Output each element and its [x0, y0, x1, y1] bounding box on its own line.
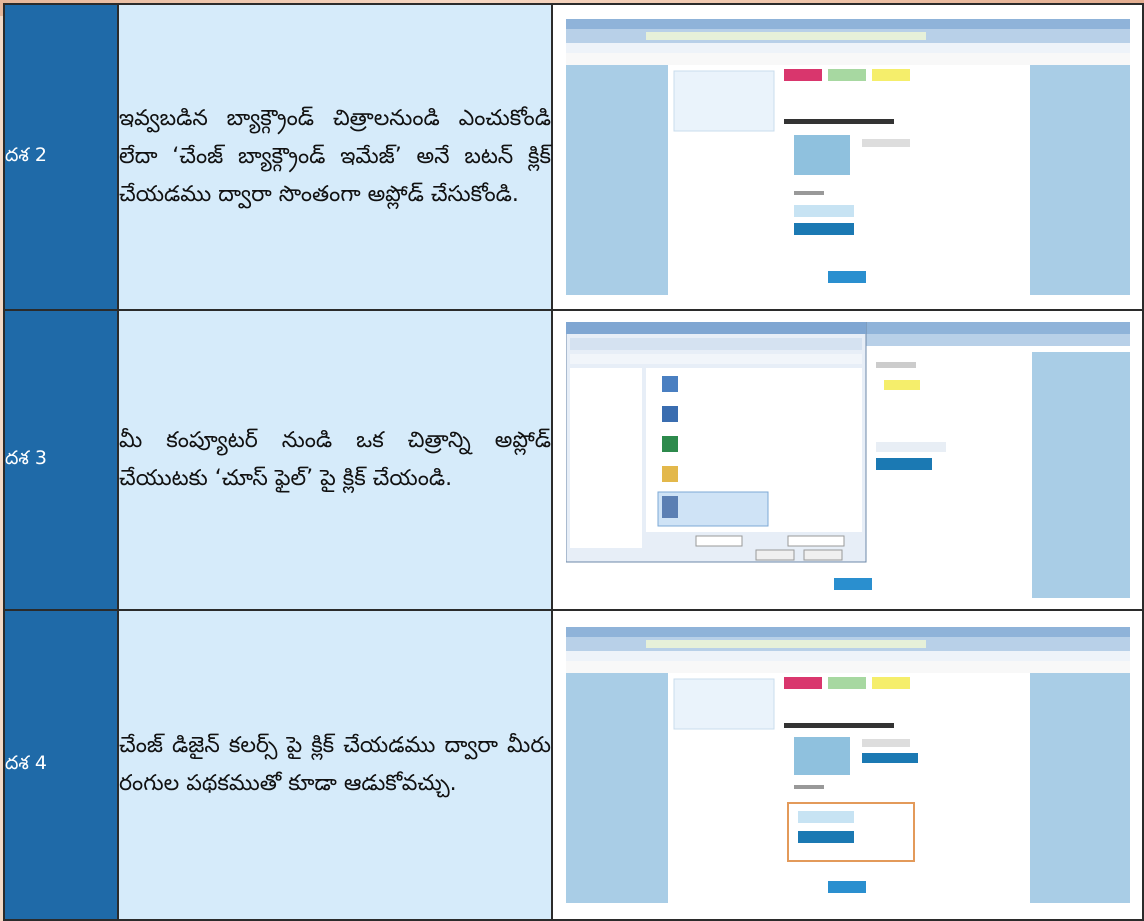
design-colors-screenshot	[565, 627, 1130, 903]
twitter-settings-background-screenshot	[565, 19, 1130, 295]
step-description: చేంజ్ డిజైన్ కలర్స్ పై క్లిక్ చేయడము ద్వ…	[117, 609, 553, 921]
step-screenshot	[551, 309, 1144, 611]
step-screenshot	[551, 3, 1144, 311]
step-description: ఇవ్వబడిన బ్యాక్గ్రౌండ్ చిత్రాలనుండి ఎంచు…	[117, 3, 553, 311]
step-label: దశ 2	[3, 3, 119, 311]
choose-file-dialog-screenshot	[565, 322, 1130, 598]
steps-table: దశ 2 ఇవ్వబడిన బ్యాక్గ్రౌండ్ చిత్రాలనుండి…	[3, 3, 1144, 921]
step-row: దశ 4 చేంజ్ డిజైన్ కలర్స్ పై క్లిక్ చేయడమ…	[3, 609, 1144, 921]
step-row: దశ 3 మీ కంప్యూటర్ నుండి ఒక చిత్రాన్ని అప…	[3, 309, 1144, 611]
step-screenshot	[551, 609, 1144, 921]
step-description: మీ కంప్యూటర్ నుండి ఒక చిత్రాన్ని అప్లోడ్…	[117, 309, 553, 611]
step-label: దశ 3	[3, 309, 119, 611]
step-label: దశ 4	[3, 609, 119, 921]
step-row: దశ 2 ఇవ్వబడిన బ్యాక్గ్రౌండ్ చిత్రాలనుండి…	[3, 3, 1144, 311]
